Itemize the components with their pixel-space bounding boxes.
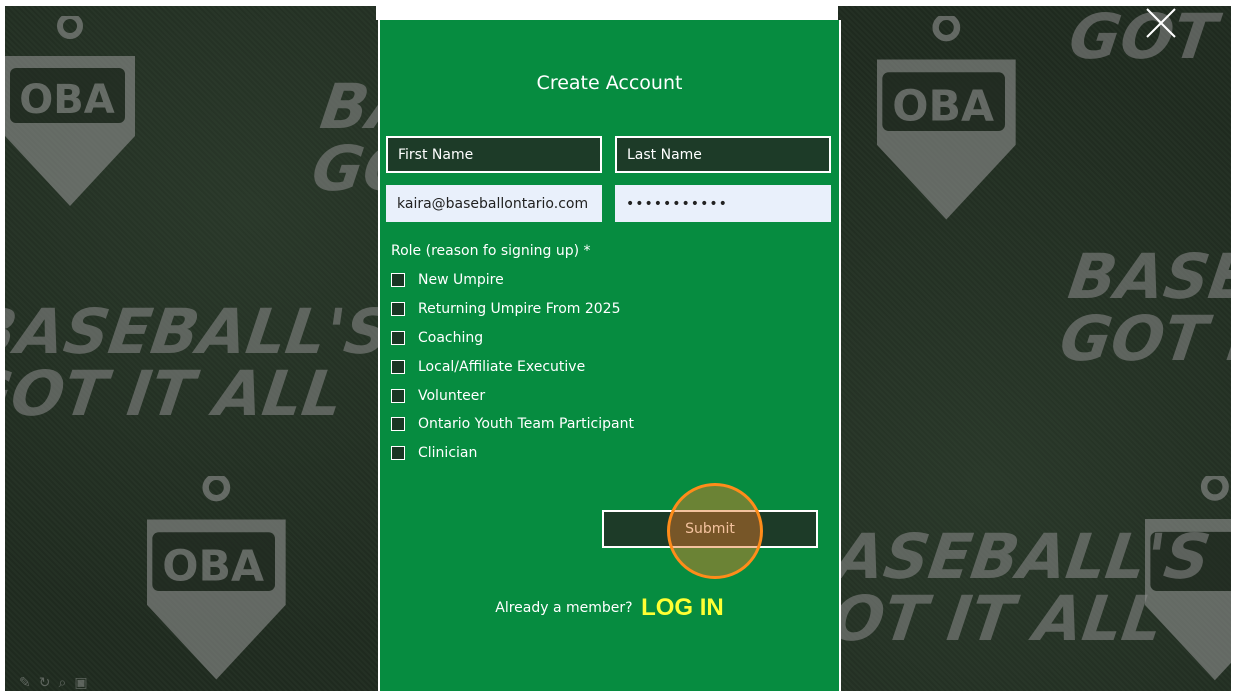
oba-logo-text: OBA (162, 541, 264, 591)
role-option[interactable]: Returning Umpire From 2025 (391, 299, 621, 319)
checkbox-icon[interactable] (391, 446, 405, 460)
login-prompt: Already a member? LOG IN (380, 594, 839, 622)
login-link[interactable]: LOG IN (641, 594, 724, 621)
checkbox-icon[interactable] (391, 273, 405, 287)
role-label: Role (reason fo signing up) * (391, 243, 591, 259)
oba-logo: OBA (147, 476, 286, 680)
submit-button[interactable]: Submit (602, 510, 818, 548)
toolbar-icons: ✎ ↻ ⌕ ▣ (19, 674, 88, 691)
already-member-text: Already a member? (495, 600, 633, 616)
last-name-input[interactable] (615, 136, 831, 173)
oba-logo: OBA (5, 16, 135, 206)
checkbox-icon[interactable] (391, 360, 405, 374)
first-name-input[interactable] (386, 136, 602, 173)
role-option-label: Volunteer (418, 388, 486, 404)
background-slogan: BASEBALL'SGOT IT ALL (775, 520, 1215, 655)
checkbox-icon[interactable] (391, 417, 405, 431)
role-option-label: Clinician (418, 445, 478, 461)
close-icon[interactable] (1143, 5, 1179, 41)
email-input[interactable] (386, 185, 602, 222)
zoom-icon: ⌕ (58, 674, 67, 690)
role-option-label: Ontario Youth Team Participant (418, 416, 634, 432)
password-input[interactable] (615, 185, 831, 222)
role-option-label: Local/Affiliate Executive (418, 359, 586, 375)
pen-icon: ✎ (19, 674, 31, 690)
background-slogan: BASEBALL'SGOT IT ALL (5, 295, 395, 430)
checkbox-icon[interactable] (391, 389, 405, 403)
role-option[interactable]: Volunteer (391, 386, 485, 406)
role-option[interactable]: Coaching (391, 328, 483, 348)
role-option-label: Returning Umpire From 2025 (418, 301, 621, 317)
refresh-icon: ↻ (38, 674, 51, 690)
modal-header-strip (376, 6, 838, 20)
background-slogan: BASEBALL'SGOT IT ALL (1055, 240, 1231, 375)
role-option-label: Coaching (418, 330, 484, 346)
checkbox-icon[interactable] (391, 331, 405, 345)
create-account-modal: Create Account Role (reason fo signing u… (378, 20, 841, 691)
video-icon: ▣ (74, 674, 88, 690)
oba-logo-text: OBA (892, 81, 994, 131)
role-option[interactable]: Clinician (391, 443, 477, 463)
oba-logo-text: OBA (19, 77, 114, 123)
role-option[interactable]: Local/Affiliate Executive (391, 357, 585, 377)
checkbox-icon[interactable] (391, 302, 405, 316)
role-option[interactable]: New Umpire (391, 270, 504, 290)
role-option-label: New Umpire (418, 272, 504, 288)
oba-logo: OBA (877, 16, 1016, 220)
role-option[interactable]: Ontario Youth Team Participant (391, 414, 634, 434)
form-title: Create Account (536, 72, 683, 94)
